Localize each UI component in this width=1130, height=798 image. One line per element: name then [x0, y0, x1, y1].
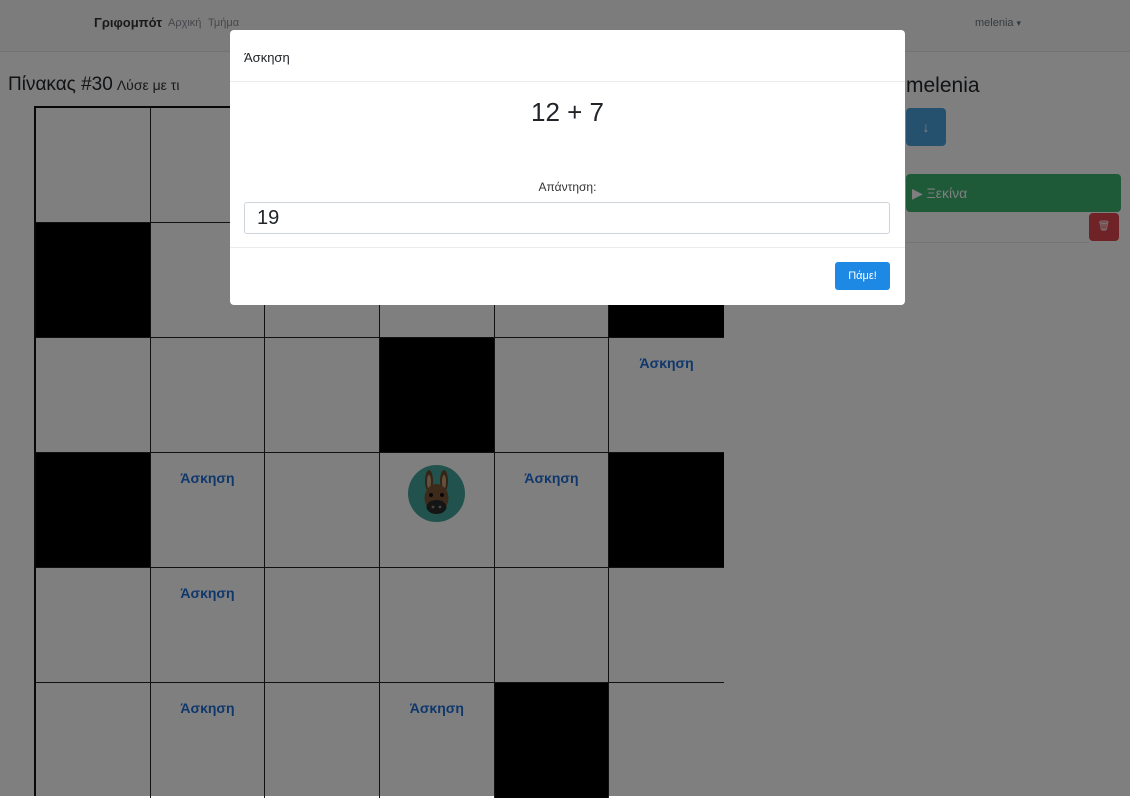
modal-footer: Πάμε!: [230, 247, 905, 305]
exercise-modal: Άσκηση 12 + 7 Απάντηση: Πάμε!: [230, 30, 905, 305]
modal-title: Άσκηση: [244, 50, 290, 65]
answer-input[interactable]: [244, 202, 890, 234]
exercise-question: 12 + 7: [530, 97, 604, 127]
modal-header: Άσκηση: [230, 30, 905, 82]
answer-label: Απάντηση:: [538, 180, 597, 194]
submit-button[interactable]: Πάμε!: [835, 262, 890, 290]
